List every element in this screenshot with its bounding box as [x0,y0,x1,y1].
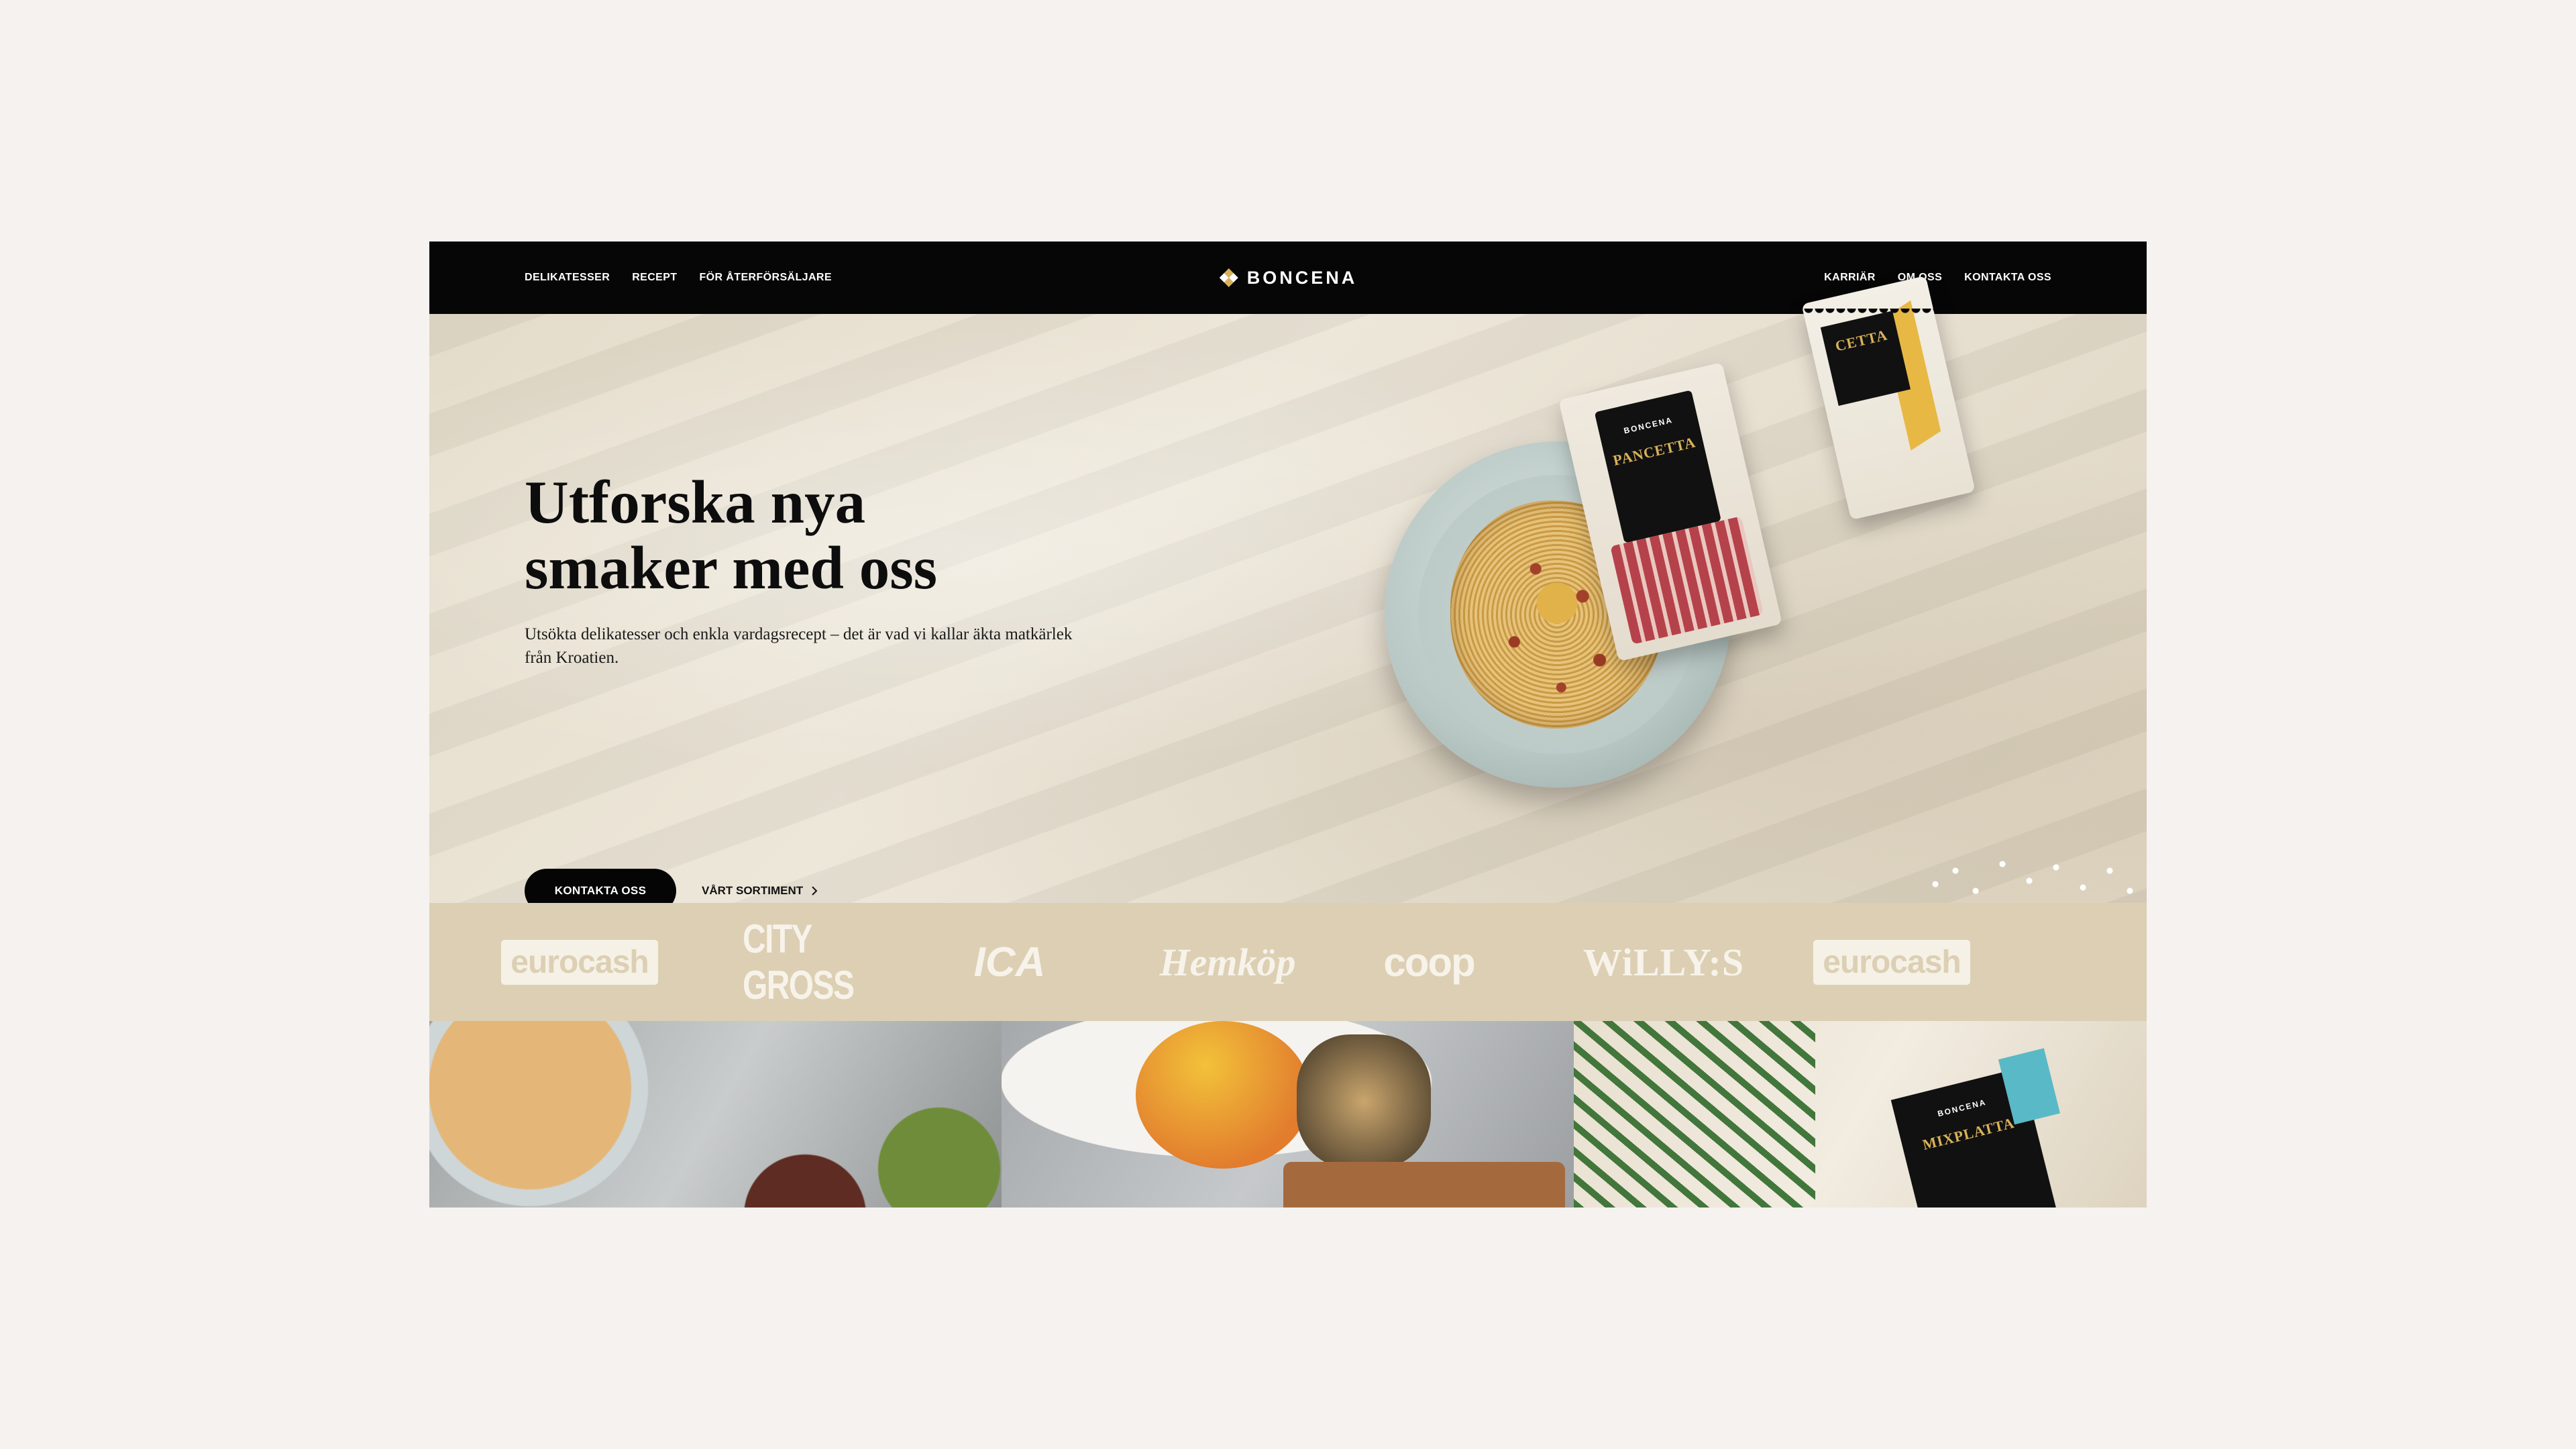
retailer-logos-band: eurocash CITY GROSS ICA Hemköp coop WiLL… [429,903,2147,1021]
hero-subtitle: Utsökta delikatesser och enkla vardagsre… [525,625,1073,667]
retailer-name: Hemköp [1159,940,1296,984]
assortment-link[interactable]: VÅRT SORTIMENT [702,884,818,898]
tile-cutting-board [1283,1162,1565,1208]
chevron-right-icon [812,886,818,896]
product-package-mixplatta: BONCENA MIXPLATTA [1890,1048,2062,1208]
image-tile-mixplatta[interactable]: BONCENA MIXPLATTA [1574,1021,2147,1208]
retailer-name: eurocash [1813,939,1970,985]
retailer-logo-willys: WiLLY:S [1563,903,1764,1021]
brand-name: BONCENA [1246,267,1358,288]
assortment-link-label: VÅRT SORTIMENT [702,884,804,897]
tile-food-peppers [1136,1021,1310,1169]
hero-section: Utforska nya smaker med oss Utsökta deli… [429,275,2147,911]
retailer-name: eurocash [501,939,658,985]
nav-link-recept[interactable]: RECEPT [632,272,677,284]
website-frame: DELIKATESSER RECEPT FÖR ÅTERFÖRSÄLJARE B… [429,241,2147,1208]
tile-food-pastry [1297,1034,1431,1169]
retailer-name: ICA [973,938,1046,985]
nav-left-group: DELIKATESSER RECEPT FÖR ÅTERFÖRSÄLJARE [525,241,832,314]
nav-scalloped-edge [429,309,2147,319]
nav-link-kontakta-oss[interactable]: KONTAKTA OSS [1964,272,2051,284]
retailer-logo-eurocash-2: eurocash [1811,903,1972,1021]
package-label: BONCENA PANCETTA [1594,390,1721,543]
boncena-diamond-icon [1219,268,1238,287]
package-name: CETTA [1833,326,1890,355]
retailer-logo-coop: coop [1365,903,1493,1021]
hero-title-line-2: smaker med oss [525,534,938,602]
image-tile-crackers-olives[interactable] [429,1021,1002,1208]
nav-link-delikatesser[interactable]: DELIKATESSER [525,272,610,284]
package-name: PANCETTA [1611,433,1698,469]
baby-breath-flowers [1922,844,2147,911]
retailer-name: CITY GROSS [743,916,855,1008]
retailer-logo-city-gross: CITY GROSS [743,903,888,1021]
retailer-logo-ica: ICA [973,903,1046,1021]
retailer-logo-eurocash: eurocash [499,903,660,1021]
tile-palm-leaf [1574,1021,1815,1208]
package-accent [1998,1048,2060,1125]
retailer-name: WiLLY:S [1582,940,1745,984]
hero-title-line-1: Utforska nya [525,468,866,536]
retailer-logo-hemkop: Hemköp [1114,903,1342,1021]
retailer-name: coop [1383,939,1475,985]
hero-title: Utforska nya smaker med oss [525,470,1128,601]
nav-link-karriar[interactable]: KARRIÄR [1824,272,1876,284]
image-tile-roasted-vegetables[interactable] [1002,1021,1574,1208]
brand-logo[interactable]: BONCENA [1219,241,1358,314]
nav-link-aterforsaljare[interactable]: FÖR ÅTERFÖRSÄLJARE [700,272,832,284]
